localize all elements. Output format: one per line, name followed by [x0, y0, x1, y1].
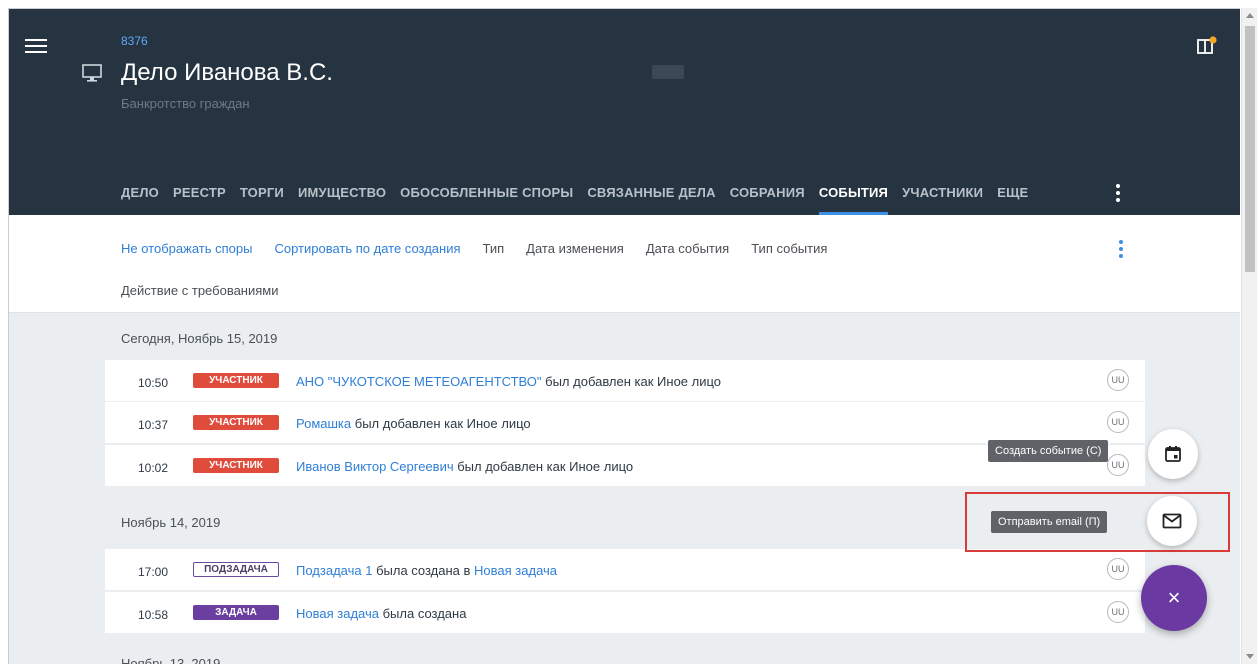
send-email-button[interactable] — [1147, 496, 1197, 546]
event-type-badge: УЧАСТНИК — [193, 373, 279, 388]
section-tabs: ДЕЛО РЕЕСТР ТОРГИ ИМУЩЕСТВО ОБОСОБЛЕННЫЕ… — [121, 185, 1028, 215]
calendar-icon — [1165, 446, 1181, 462]
speed-dial-close-button[interactable]: × — [1141, 565, 1207, 631]
scroll-down-arrow-icon[interactable] — [1246, 654, 1254, 659]
app-frame: 8376 Дело Иванова В.С. Банкротство гражд… — [8, 8, 1240, 664]
hide-disputes-link[interactable]: Не отображать споры — [121, 241, 252, 256]
tab-reestr[interactable]: РЕЕСТР — [173, 185, 226, 215]
avatar[interactable]: UU — [1107, 601, 1129, 623]
filter-type[interactable]: Тип — [483, 241, 505, 256]
event-subject-link[interactable]: АНО "ЧУКОТСКОЕ МЕТЕОАГЕНТСТВО" — [296, 374, 542, 389]
filter-claims-action[interactable]: Действие с требованиями — [121, 283, 279, 298]
filter-bar: Не отображать споры Сортировать по дате … — [9, 215, 1240, 313]
event-subject-link[interactable]: Ромашка — [296, 416, 351, 431]
event-description: Иванов Виктор Сергеевич был добавлен как… — [296, 459, 633, 474]
event-text: был добавлен как Иное лицо — [453, 459, 634, 474]
event-row[interactable]: 10:58 ЗАДАЧА Новая задача была создана U… — [105, 592, 1145, 634]
event-type-badge: ЗАДАЧА — [193, 605, 279, 620]
filter-event-type[interactable]: Тип события — [751, 241, 827, 256]
page-title: Дело Иванова В.С. — [121, 59, 333, 86]
event-text: была создана — [378, 606, 467, 621]
event-parent-link[interactable]: Новая задача — [474, 563, 557, 578]
avatar[interactable]: UU — [1107, 454, 1129, 476]
monitor-icon — [82, 64, 102, 82]
event-time: 10:37 — [138, 418, 169, 432]
scroll-up-arrow-icon[interactable] — [1246, 13, 1254, 18]
event-description: Подзадача 1 была создана в Новая задача — [296, 563, 557, 578]
avatar[interactable]: UU — [1107, 411, 1129, 433]
tab-events[interactable]: СОБЫТИЯ — [818, 185, 889, 215]
event-description: АНО "ЧУКОТСКОЕ МЕТЕОАГЕНТСТВО" был добав… — [296, 374, 721, 389]
tab-imushchestvo[interactable]: ИМУЩЕСТВО — [298, 185, 386, 215]
create-event-button[interactable] — [1148, 429, 1198, 479]
tab-torgi[interactable]: ТОРГИ — [240, 185, 284, 215]
filter-event-date[interactable]: Дата события — [646, 241, 729, 256]
filter-date-modified[interactable]: Дата изменения — [526, 241, 624, 256]
event-row[interactable]: 17:00 ПОДЗАДАЧА Подзадача 1 была создана… — [105, 549, 1145, 591]
filter-more-vert-icon[interactable] — [1118, 240, 1124, 258]
event-text: был добавлен как Иное лицо — [541, 374, 722, 389]
close-icon: × — [1167, 585, 1181, 610]
day-header: Сегодня, Ноябрь 15, 2019 — [121, 331, 278, 346]
event-row[interactable]: 10:37 УЧАСТНИК Ромашка был добавлен как … — [105, 402, 1145, 444]
event-subject-link[interactable]: Подзадача 1 — [296, 563, 372, 578]
event-subject-link[interactable]: Иванов Виктор Сергеевич — [296, 459, 454, 474]
send-email-tooltip: Отправить email (П) — [991, 511, 1108, 533]
avatar[interactable]: UU — [1107, 369, 1129, 391]
case-subtitle: Банкротство граждан — [121, 96, 250, 111]
event-description: Ромашка был добавлен как Иное лицо — [296, 416, 531, 431]
event-row[interactable]: 10:50 УЧАСТНИК АНО "ЧУКОТСКОЕ МЕТЕОАГЕНТ… — [105, 360, 1145, 402]
mail-icon — [1162, 513, 1182, 529]
event-type-badge: УЧАСТНИК — [193, 415, 279, 430]
case-number: 8376 — [121, 34, 148, 48]
redacted-block — [652, 65, 684, 79]
event-time: 10:50 — [138, 376, 169, 390]
vertical-scrollbar[interactable] — [1241, 8, 1257, 664]
event-time: 10:58 — [138, 608, 169, 622]
event-description: Новая задача была создана — [296, 606, 466, 621]
tab-separate-disputes[interactable]: ОБОСОБЛЕННЫЕ СПОРЫ — [400, 185, 573, 215]
sort-by-created-link[interactable]: Сортировать по дате создания — [274, 241, 460, 256]
avatar[interactable]: UU — [1107, 558, 1129, 580]
scroll-thumb[interactable] — [1245, 26, 1255, 272]
event-text: была создана в — [372, 563, 475, 578]
event-type-badge: УЧАСТНИК — [193, 458, 279, 473]
create-event-tooltip: Создать событие (С) — [988, 440, 1109, 462]
event-subject-link[interactable]: Новая задача — [296, 606, 379, 621]
hamburger-menu-icon[interactable] — [25, 39, 47, 55]
tabs-more-vert-icon[interactable] — [1115, 184, 1121, 202]
tab-related-cases[interactable]: СВЯЗАННЫЕ ДЕЛА — [587, 185, 715, 215]
event-time: 17:00 — [138, 565, 169, 579]
tab-more[interactable]: ЕЩЕ — [997, 185, 1028, 215]
case-header: 8376 Дело Иванова В.С. Банкротство гражд… — [9, 9, 1240, 215]
tab-meetings[interactable]: СОБРАНИЯ — [730, 185, 805, 215]
notifications-panel-icon[interactable] — [1196, 36, 1218, 56]
day-header: Ноябрь 13, 2019 — [121, 656, 221, 664]
event-time: 10:02 — [138, 461, 169, 475]
event-type-badge: ПОДЗАДАЧА — [193, 562, 279, 577]
tab-delo[interactable]: ДЕЛО — [121, 185, 159, 215]
tab-participants[interactable]: УЧАСТНИКИ — [902, 185, 983, 215]
event-text: был добавлен как Иное лицо — [351, 416, 531, 431]
